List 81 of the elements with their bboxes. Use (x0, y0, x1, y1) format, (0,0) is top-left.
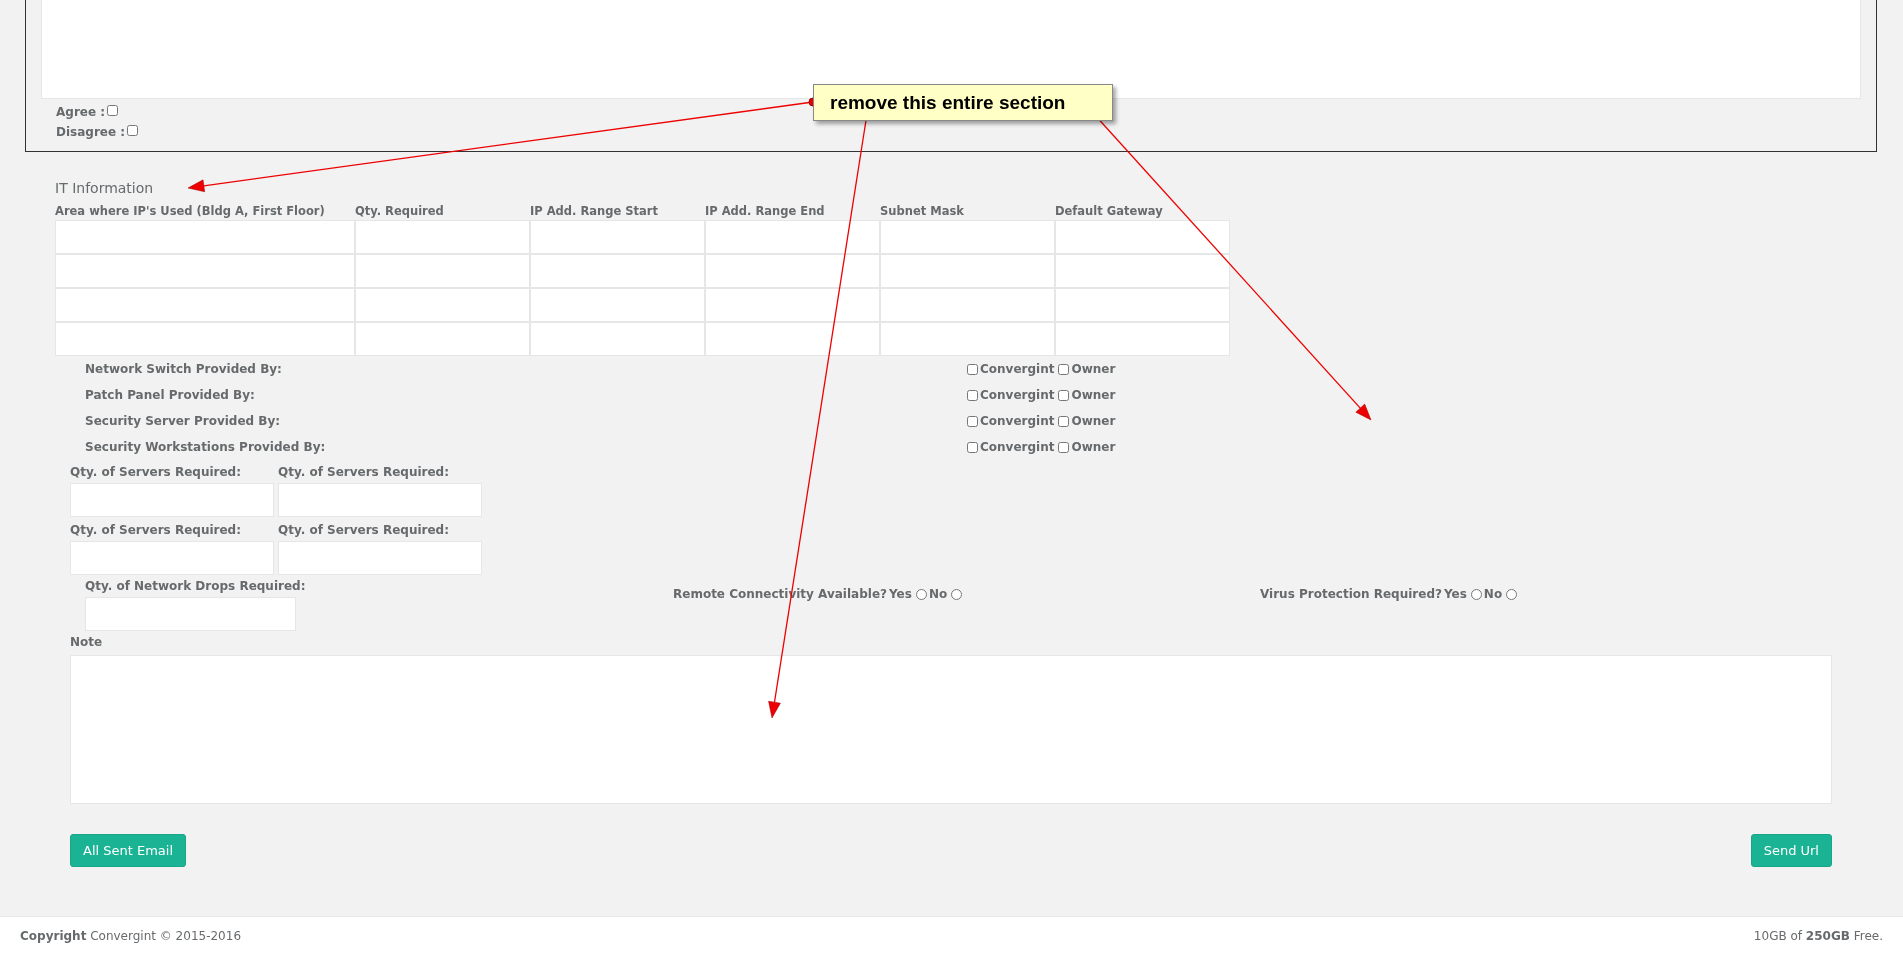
column-header: Area where IP's Used (Bldg A, First Floor) (55, 204, 326, 220)
checkbox-label: Convergint (980, 388, 1055, 402)
radio-label: No (1483, 587, 1503, 601)
checkbox[interactable] (1058, 441, 1070, 453)
checkbox-label: Agree : (56, 105, 106, 119)
table-input[interactable] (1055, 288, 1230, 322)
field-label: Security Workstations Provided By: (85, 440, 327, 454)
table-input[interactable] (705, 254, 880, 288)
annotation-callout: remove this entire section (813, 84, 1113, 121)
send-url-button[interactable]: Send Url (1750, 834, 1832, 867)
note-field[interactable] (70, 655, 1832, 804)
input-field[interactable] (85, 597, 296, 631)
table-input[interactable] (55, 254, 355, 288)
checkbox-label: Convergint (980, 414, 1055, 428)
section-title: IT Information (55, 180, 155, 196)
table-input[interactable] (530, 288, 705, 322)
column-header: Default Gateway (1055, 204, 1164, 220)
table-input[interactable] (355, 220, 530, 254)
table-input[interactable] (530, 254, 705, 288)
field-label: Qty. of Servers Required: (278, 523, 450, 537)
table-input[interactable] (705, 220, 880, 254)
table-input[interactable] (1055, 254, 1230, 288)
checkbox-label: Convergint (980, 362, 1055, 376)
field-label: Patch Panel Provided By: (85, 388, 256, 402)
table-input[interactable] (355, 254, 530, 288)
table-input[interactable] (530, 322, 705, 356)
radio-button[interactable] (1470, 588, 1482, 600)
checkbox-label: Owner (1071, 362, 1116, 376)
checkbox[interactable] (967, 389, 978, 401)
field-label: Note (70, 635, 104, 649)
table-input[interactable] (530, 220, 705, 254)
checkbox[interactable] (127, 125, 139, 136)
field-label: Qty. of Network Drops Required: (85, 579, 307, 593)
column-header: IP Add. Range End (705, 204, 826, 220)
question-label: Virus Protection Required? (1260, 587, 1442, 601)
copyright-text: Copyright Convergint © 2015-2016 (20, 929, 242, 943)
table-input[interactable] (355, 322, 530, 356)
column-header: Subnet Mask (880, 204, 965, 220)
checkbox-label: Disagree : (56, 125, 126, 139)
table-input[interactable] (705, 322, 880, 356)
field-label: Security Server Provided By: (85, 414, 282, 428)
column-header: IP Add. Range Start (530, 204, 659, 220)
radio-label: Yes (889, 587, 912, 601)
checkbox-label: Owner (1071, 440, 1116, 454)
table-input[interactable] (880, 220, 1055, 254)
input-field[interactable] (70, 483, 274, 517)
checkbox[interactable] (107, 105, 119, 116)
table-input[interactable] (1055, 220, 1230, 254)
table-input[interactable] (880, 322, 1055, 356)
checkbox-label: Convergint (980, 440, 1055, 454)
table-input[interactable] (55, 220, 355, 254)
table-input[interactable] (880, 254, 1055, 288)
input-field[interactable] (278, 541, 482, 575)
radio-button[interactable] (1506, 588, 1518, 600)
table-input[interactable] (55, 288, 355, 322)
table-input[interactable] (1055, 322, 1230, 356)
storage-text: 10GB of 250GB Free. (1753, 929, 1883, 943)
checkbox-label: Owner (1071, 388, 1116, 402)
input-field[interactable] (278, 483, 482, 517)
table-input[interactable] (880, 288, 1055, 322)
radio-label: Yes (1443, 587, 1467, 601)
checkbox[interactable] (967, 415, 978, 427)
radio-label: No (928, 587, 948, 601)
column-header: Qty. Required (355, 204, 445, 220)
table-input[interactable] (705, 288, 880, 322)
checkbox[interactable] (967, 441, 978, 453)
table-input[interactable] (55, 322, 355, 356)
checkbox[interactable] (1058, 415, 1070, 427)
field-label: Qty. of Servers Required: (70, 523, 242, 537)
field-label: Qty. of Servers Required: (278, 465, 450, 479)
radio-button[interactable] (951, 588, 963, 600)
field-label: Network Switch Provided By: (85, 362, 283, 376)
checkbox[interactable] (1058, 389, 1070, 401)
table-input[interactable] (355, 288, 530, 322)
checkbox-label: Owner (1071, 414, 1116, 428)
field-label: Qty. of Servers Required: (70, 465, 242, 479)
checkbox[interactable] (1058, 363, 1070, 375)
checkbox[interactable] (967, 363, 978, 375)
input-field[interactable] (70, 541, 274, 575)
all-sent-email-button[interactable]: All Sent Email (70, 834, 187, 867)
radio-button[interactable] (915, 588, 927, 600)
